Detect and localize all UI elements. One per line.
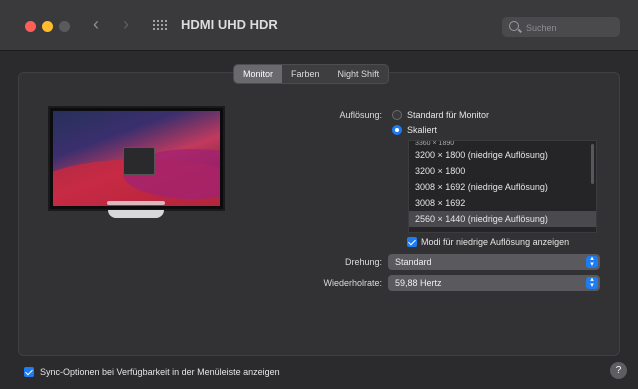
monitor-preview-image — [48, 106, 225, 211]
rotation-value: Standard — [395, 257, 432, 267]
rotation-label: Drehung: — [344, 257, 382, 267]
list-scrollbar[interactable] — [591, 144, 594, 184]
radio-scaled-label: Skaliert — [407, 125, 438, 135]
display-preferences-window: ‹ › HDMI UHD HDR Monitor Farben Night Sh… — [0, 0, 638, 389]
radio-default-for-display[interactable] — [392, 110, 402, 120]
radio-default-label: Standard für Monitor — [407, 110, 490, 120]
rotation-select[interactable]: Standard ▴ ▾ — [388, 254, 600, 270]
tab-colors[interactable]: Farben — [282, 65, 329, 83]
search-input[interactable] — [524, 17, 618, 39]
help-button[interactable]: ? — [610, 362, 627, 379]
tab-bar: Monitor Farben Night Shift — [233, 64, 390, 84]
forward-chevron-icon[interactable]: › — [123, 14, 129, 35]
list-item-selected[interactable]: 2560 × 1440 (niedrige Auflösung) — [409, 211, 596, 227]
window-title: HDMI UHD HDR — [181, 17, 278, 32]
sync-options-label: Sync-Optionen bei Verfügbarkeit in der M… — [40, 367, 280, 377]
search-field[interactable] — [502, 17, 620, 39]
close-button[interactable] — [25, 21, 36, 32]
tab-monitor[interactable]: Monitor — [234, 65, 283, 83]
list-item[interactable]: 3008 × 1692 (niedrige Auflösung) — [409, 179, 596, 195]
tab-night-shift[interactable]: Night Shift — [329, 65, 389, 83]
show-all-grid-icon[interactable] — [153, 20, 167, 32]
title-bar: ‹ › HDMI UHD HDR — [0, 0, 638, 51]
list-item[interactable]: 3008 × 1692 — [409, 195, 596, 211]
resolution-label: Auflösung: — [339, 110, 382, 120]
radio-scaled[interactable] — [392, 125, 402, 135]
monitor-stand — [108, 210, 164, 218]
search-icon — [509, 21, 519, 31]
back-chevron-icon[interactable]: ‹ — [93, 14, 99, 35]
chevron-updown-icon: ▴ ▾ — [586, 276, 598, 289]
minimize-button[interactable] — [42, 21, 53, 32]
list-item[interactable]: 3200 × 1800 (niedrige Auflösung) — [409, 147, 596, 163]
list-item[interactable]: 3200 × 1800 — [409, 163, 596, 179]
chevron-updown-icon: ▴ ▾ — [586, 255, 598, 268]
low-res-checkbox-label: Modi für niedrige Auflösung anzeigen — [421, 237, 570, 247]
monitor-screen — [53, 111, 220, 206]
sync-options-checkbox[interactable] — [24, 367, 34, 377]
resolution-list[interactable]: 3360 × 1890 3200 × 1800 (niedrige Auflös… — [408, 140, 597, 233]
refresh-rate-value: 59,88 Hertz — [395, 278, 442, 288]
refresh-rate-select[interactable]: 59,88 Hertz ▴ ▾ — [388, 275, 600, 291]
refresh-rate-label: Wiederholrate: — [323, 278, 382, 288]
low-res-checkbox[interactable] — [407, 237, 417, 247]
zoom-button[interactable] — [59, 21, 70, 32]
